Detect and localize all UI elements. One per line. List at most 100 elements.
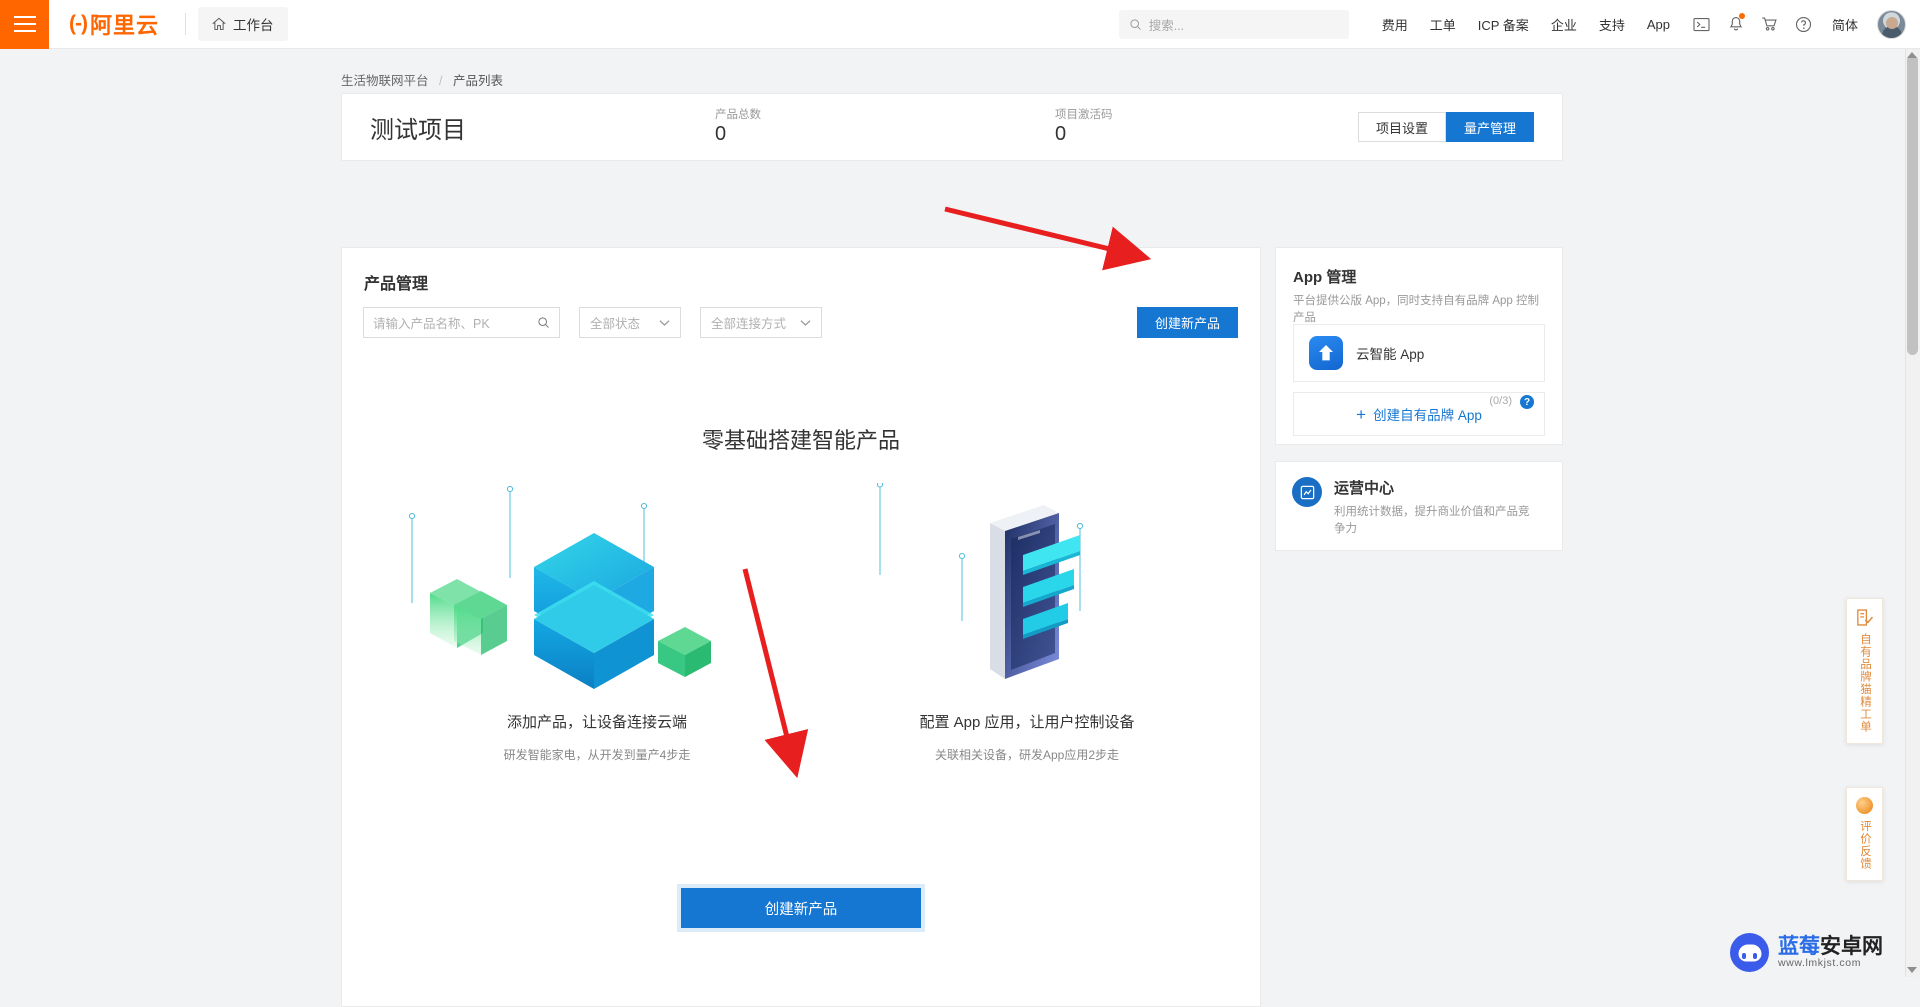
brand-app-count-badge: (0/3) [1489, 395, 1512, 407]
feature-configure-app-caption: 配置 App 应用，让用户控制设备 [812, 711, 1242, 732]
top-nav-links: 费用 工单 ICP 备案 企业 支持 App [1371, 15, 1681, 34]
breadcrumb-parent[interactable]: 生活物联网平台 [341, 74, 429, 88]
watermark-name-blue: 蓝莓 [1778, 935, 1820, 958]
workbench-button[interactable]: 工作台 [198, 7, 288, 41]
product-management-card: 产品管理 请输入产品名称、PK 全部状态 全部连接方式 [341, 247, 1261, 1007]
aliyun-logo-text: 阿里云 [90, 8, 159, 40]
project-settings-button[interactable]: 项目设置 [1358, 112, 1446, 142]
cloud-intelligent-app-name: 云智能 App [1356, 343, 1424, 363]
watermark-name-dark: 安卓网 [1820, 935, 1883, 958]
operations-center-title: 运营中心 [1334, 477, 1539, 498]
global-search-input[interactable]: 搜索... [1119, 10, 1349, 39]
page-title: 测试项目 [370, 110, 670, 145]
project-header-card: 测试项目 产品总数 0 项目激活码 0 项目设置 量产管理 [341, 93, 1563, 161]
watermark-url: www.lmkjst.com [1778, 958, 1883, 969]
annotation-arrow-to-create-button-top [945, 209, 1122, 252]
stat-total-products-label: 产品总数 [715, 108, 915, 122]
product-filters: 请输入产品名称、PK 全部状态 全部连接方式 [363, 307, 822, 338]
empty-state-illustrations: 添加产品，让设备连接云端 研发智能家电，从开发到量产4步走 [342, 483, 1260, 823]
nav-link-enterprise[interactable]: 企业 [1540, 15, 1588, 34]
feature-configure-app: 配置 App 应用，让用户控制设备 关联相关设备，研发App应用2步走 [812, 483, 1242, 763]
stat-activation-code-value: 0 [1055, 122, 1255, 146]
watermark: 蓝莓安卓网 www.lmkjst.com [1730, 933, 1883, 972]
workbench-label: 工作台 [233, 14, 274, 34]
section-title-product-management: 产品管理 [364, 270, 428, 294]
product-search-placeholder: 请输入产品名称、PK [373, 313, 531, 332]
scrollbar-up-arrow-icon[interactable] [1907, 52, 1917, 58]
feedback-float-label: 评价反馈 [1857, 820, 1872, 870]
create-brand-app-label: 创建自有品牌 App [1373, 404, 1482, 424]
nav-link-fees[interactable]: 费用 [1371, 15, 1419, 34]
operations-center-row: 运营中心 利用统计数据，提升商业价值和产品竞争力 [1276, 462, 1562, 538]
nav-link-icp[interactable]: ICP 备案 [1467, 15, 1540, 34]
global-search-placeholder: 搜索... [1149, 15, 1184, 34]
mass-production-button[interactable]: 量产管理 [1446, 112, 1534, 142]
form-check-icon [1855, 608, 1874, 627]
chevron-down-icon [800, 319, 811, 327]
app-management-title: App 管理 [1293, 266, 1545, 287]
feedback-float-tab[interactable]: 评价反馈 [1846, 787, 1883, 881]
nav-link-app[interactable]: App [1636, 17, 1681, 32]
stat-activation-code-label: 项目激活码 [1055, 108, 1255, 122]
create-product-button-primary[interactable]: 创建新产品 [681, 888, 921, 928]
nav-link-tickets[interactable]: 工单 [1419, 15, 1467, 34]
feature-add-product-sub: 研发智能家电，从开发到量产4步走 [382, 746, 812, 763]
stat-total-products: 产品总数 0 [715, 108, 915, 146]
scrollbar-thumb[interactable] [1907, 55, 1918, 355]
aliyun-logo[interactable]: (-) 阿里云 [49, 8, 173, 40]
orange-ball-icon [1856, 797, 1873, 814]
isometric-cube-illustration [382, 483, 812, 698]
project-actions: 项目设置 量产管理 [1358, 112, 1534, 142]
connection-filter-select[interactable]: 全部连接方式 [700, 307, 822, 338]
user-avatar[interactable] [1877, 10, 1906, 39]
watermark-logo-icon [1730, 933, 1769, 972]
top-nav-icons [1685, 7, 1821, 41]
chart-circle-icon [1292, 477, 1322, 507]
feature-configure-app-sub: 关联相关设备，研发App应用2步走 [812, 746, 1242, 763]
nav-link-support[interactable]: 支持 [1588, 15, 1636, 34]
help-circle-icon[interactable] [1787, 7, 1821, 41]
search-icon [537, 316, 550, 329]
language-switcher[interactable]: 简体 [1821, 15, 1869, 34]
brand-ticket-float-label: 自有品牌猫精工单 [1857, 633, 1872, 733]
help-icon[interactable]: ? [1520, 395, 1534, 409]
cloud-intelligent-app-item[interactable]: 云智能 App [1293, 324, 1545, 382]
home-icon [212, 17, 226, 31]
watermark-text: 蓝莓安卓网 www.lmkjst.com [1778, 936, 1883, 969]
create-brand-app-button[interactable]: + 创建自有品牌 App (0/3) ? [1293, 392, 1545, 436]
breadcrumb-current[interactable]: 产品列表 [453, 74, 503, 88]
aliyun-logo-mark: (-) [69, 12, 87, 36]
bell-icon[interactable] [1719, 7, 1753, 41]
topbar-divider [185, 13, 186, 35]
feature-add-product-caption: 添加产品，让设备连接云端 [382, 711, 812, 732]
hamburger-menu-icon[interactable] [0, 0, 49, 49]
scrollbar-down-arrow-icon[interactable] [1907, 967, 1917, 973]
app-management-panel: App 管理 平台提供公版 App，同时支持自有品牌 App 控制产品 云智能 … [1275, 247, 1563, 445]
connection-filter-value: 全部连接方式 [711, 313, 792, 332]
stat-activation-code: 项目激活码 0 [1055, 108, 1255, 146]
isometric-phone-illustration [812, 483, 1242, 698]
search-icon [1129, 18, 1142, 31]
stat-total-products-value: 0 [715, 122, 915, 146]
brand-ticket-float-tab[interactable]: 自有品牌猫精工单 [1846, 598, 1883, 744]
create-product-button-top[interactable]: 创建新产品 [1137, 307, 1238, 338]
breadcrumb: 生活物联网平台 / 产品列表 [341, 70, 503, 89]
operations-center-panel[interactable]: 运营中心 利用统计数据，提升商业价值和产品竞争力 [1275, 461, 1563, 551]
top-navigation-bar: (-) 阿里云 工作台 搜索... 费用 工单 ICP 备案 企业 支持 App [0, 0, 1920, 49]
breadcrumb-separator: / [439, 74, 442, 88]
operations-center-description: 利用统计数据，提升商业价值和产品竞争力 [1334, 504, 1539, 538]
plus-icon: + [1356, 406, 1366, 423]
cart-icon[interactable] [1753, 7, 1787, 41]
page-scrollbar[interactable] [1905, 49, 1920, 977]
page-content: 生活物联网平台 / 产品列表 测试项目 产品总数 0 项目激活码 0 项目设置 … [0, 49, 1905, 977]
chevron-down-icon [659, 319, 670, 327]
product-search-input[interactable]: 请输入产品名称、PK [363, 307, 560, 338]
app-management-description: 平台提供公版 App，同时支持自有品牌 App 控制产品 [1293, 293, 1545, 327]
status-filter-select[interactable]: 全部状态 [579, 307, 681, 338]
notification-badge [1739, 13, 1745, 19]
cloud-app-icon [1309, 336, 1343, 370]
feature-add-product: 添加产品，让设备连接云端 研发智能家电，从开发到量产4步走 [382, 483, 812, 763]
empty-state-title: 零基础搭建智能产品 [342, 423, 1260, 455]
terminal-icon[interactable] [1685, 7, 1719, 41]
status-filter-value: 全部状态 [590, 313, 651, 332]
